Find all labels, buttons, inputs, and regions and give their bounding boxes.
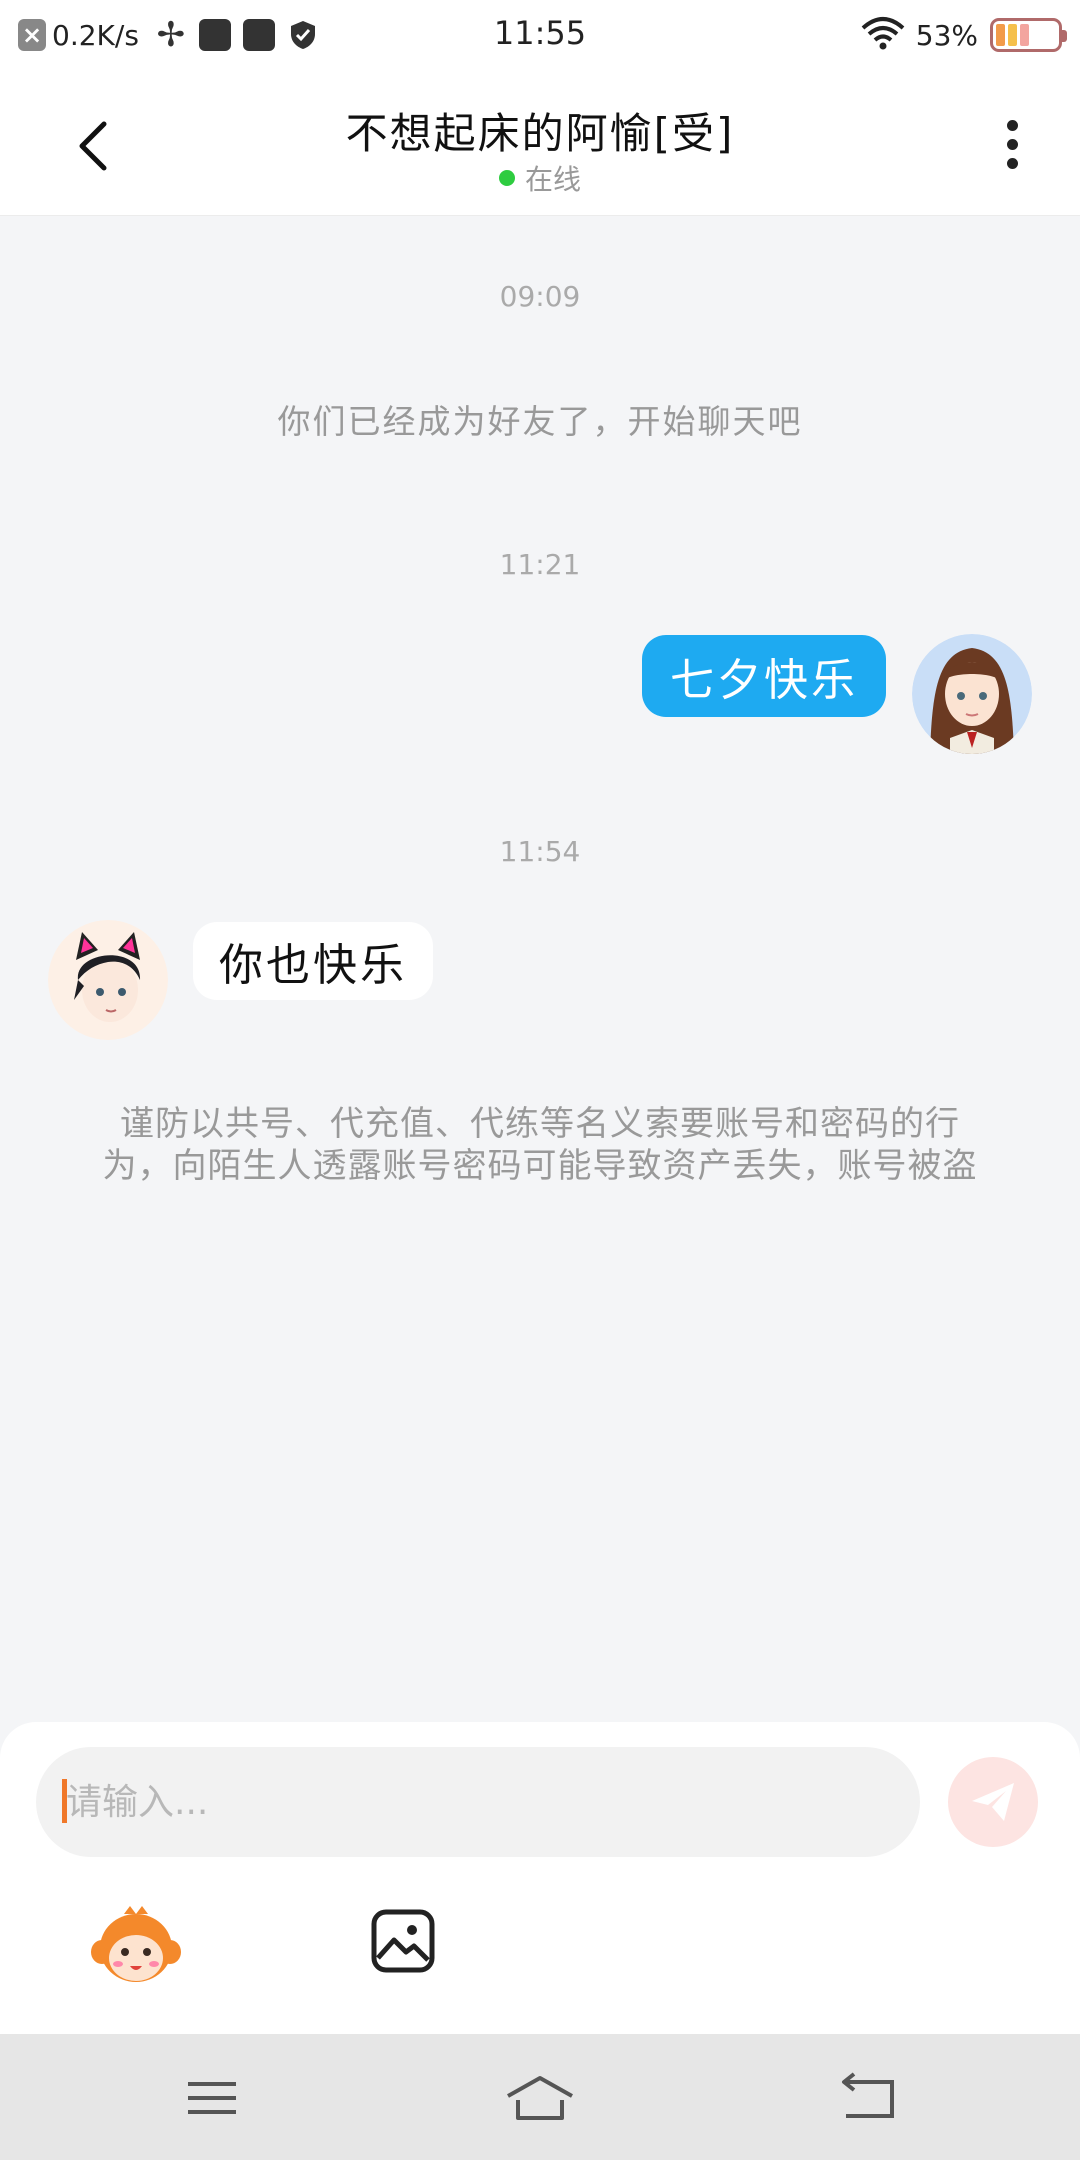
home-button[interactable] bbox=[500, 2070, 580, 2126]
battery-percent: 53% bbox=[915, 18, 978, 52]
outgoing-message-text: 七夕快乐 bbox=[670, 655, 858, 706]
text-caret bbox=[62, 1779, 67, 1823]
send-icon bbox=[972, 1783, 1014, 1821]
timestamp: 11:54 bbox=[499, 835, 581, 868]
status-bar: × 0.2K/s ✢ 11:55 53% bbox=[0, 0, 1080, 70]
more-dot bbox=[1006, 139, 1018, 150]
message-input[interactable] bbox=[36, 1747, 920, 1857]
more-dot bbox=[1006, 158, 1018, 169]
security-notice: 谨防以共号、代充值、代练等名义索要账号和密码的行为，向陌生人透露账号密码可能导致… bbox=[102, 1104, 978, 1186]
battery-icon bbox=[990, 18, 1067, 52]
timestamp: 09:09 bbox=[499, 280, 581, 313]
incoming-message-text: 你也快乐 bbox=[219, 940, 407, 991]
emoji-button[interactable] bbox=[90, 1904, 182, 1986]
send-button[interactable] bbox=[948, 1757, 1038, 1847]
input-panel bbox=[0, 1722, 1080, 2034]
online-status: 在线 bbox=[0, 158, 1080, 198]
incoming-message-bubble[interactable]: 你也快乐 bbox=[193, 922, 433, 1000]
menu-button[interactable] bbox=[172, 2070, 252, 2126]
menu-icon bbox=[188, 2082, 236, 2114]
image-button[interactable] bbox=[368, 1906, 438, 1976]
online-dot-icon bbox=[498, 170, 515, 186]
system-message: 你们已经成为好友了，开始聊天吧 bbox=[277, 402, 803, 441]
wifi-icon bbox=[860, 16, 906, 54]
home-icon bbox=[507, 2076, 573, 2120]
image-icon bbox=[371, 1909, 435, 1973]
contact-avatar[interactable] bbox=[48, 920, 168, 1040]
return-button[interactable] bbox=[828, 2070, 908, 2126]
return-icon bbox=[842, 2072, 894, 2118]
outgoing-message-bubble[interactable]: 七夕快乐 bbox=[642, 635, 886, 717]
timestamp: 11:21 bbox=[499, 548, 581, 581]
monkey-emoji-icon bbox=[91, 1906, 181, 1982]
contact-name: 不想起床的阿愉[受] bbox=[345, 109, 735, 158]
more-options-button[interactable] bbox=[992, 115, 1032, 175]
chat-header: 不想起床的阿愉[受] 在线 bbox=[0, 70, 1080, 216]
my-avatar[interactable] bbox=[912, 634, 1032, 754]
status-right: 53% bbox=[860, 16, 1067, 54]
system-nav-bar bbox=[0, 2034, 1080, 2160]
more-vertical-icon bbox=[1006, 120, 1018, 131]
online-label: 在线 bbox=[524, 163, 581, 196]
